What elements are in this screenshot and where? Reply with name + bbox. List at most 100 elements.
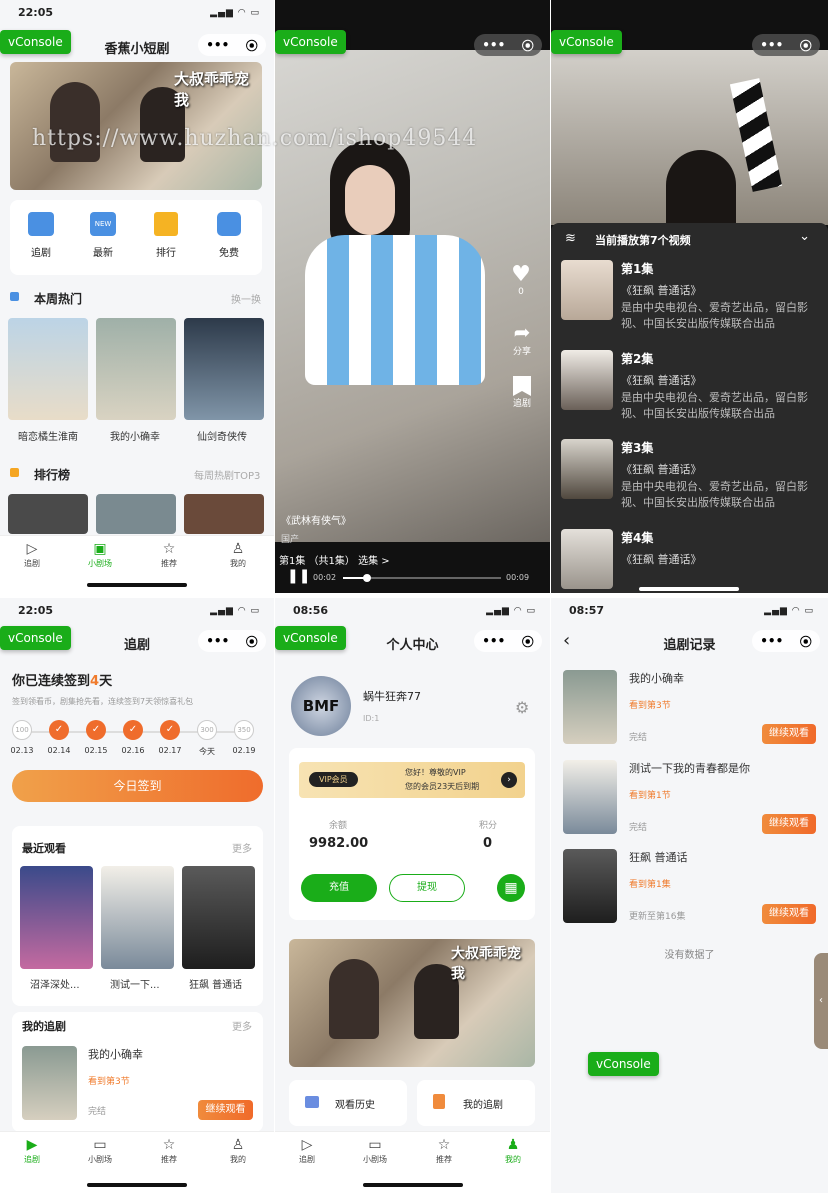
hot-item-title[interactable]: 仙剑奇侠传 [197, 428, 247, 443]
episode-desc: 是由中央电视台、爱奇艺出品，留白影视、中国长安出版传媒联合出品 [621, 480, 808, 509]
mini-program-capsule[interactable]: ••• ⦿ [752, 34, 820, 56]
history-icon [305, 1096, 319, 1108]
progress-handle[interactable] [362, 574, 371, 582]
chevron-right-icon[interactable]: › [501, 772, 517, 788]
history-entry[interactable]: 观看历史 [289, 1080, 407, 1126]
recent-poster-3[interactable] [182, 866, 255, 969]
tab-mine[interactable]: ♙ 我的 [208, 540, 268, 569]
history-name[interactable]: 我的小确幸 [629, 670, 684, 686]
chevron-down-icon[interactable]: ⌄ [799, 229, 810, 244]
tab-chase[interactable]: ▶ 追剧 [2, 1136, 62, 1165]
share-button[interactable]: ➦ 分享 [504, 320, 540, 357]
episode-item[interactable]: 第4集 《狂飙 普通话》 [561, 529, 821, 593]
recent-item-title[interactable]: 测试一下... [110, 976, 160, 991]
close-icon[interactable]: ⦿ [800, 37, 812, 54]
tab-recommend[interactable]: ☆ 推荐 [414, 1136, 474, 1165]
my-chase-card: 我的追剧 更多 我的小确幸 看到第3节 完结 继续观看 [12, 1012, 263, 1132]
close-icon[interactable]: ⦿ [522, 37, 534, 54]
mini-program-capsule[interactable]: ••• ⦿ [752, 630, 820, 652]
continue-button[interactable]: 继续观看 [762, 904, 816, 924]
episode-item[interactable]: 第1集 《狂飙 普通话》 是由中央电视台、爱奇艺出品，留白影视、中国长安出版传媒… [561, 260, 821, 340]
progress-track[interactable] [343, 574, 501, 582]
profile-banner[interactable]: 大叔乖乖宠我 [289, 939, 535, 1067]
withdraw-button[interactable]: 提现 [389, 874, 465, 902]
hot-poster-3[interactable] [184, 318, 264, 420]
settings-icon[interactable]: ⚙ [515, 698, 529, 717]
tab-mine[interactable]: ♙ 我的 [208, 1136, 268, 1165]
history-poster[interactable] [563, 849, 617, 923]
qrcode-icon[interactable]: ▦ [497, 874, 525, 902]
tab-chase[interactable]: ▷ 追剧 [277, 1136, 337, 1165]
hot-refresh[interactable]: 换一换 [231, 291, 261, 306]
hot-poster-1[interactable] [8, 318, 88, 420]
menu-item-chase[interactable]: 追剧 [18, 212, 64, 259]
my-chase-entry[interactable]: 我的追剧 [417, 1080, 535, 1126]
vconsole-button[interactable]: vConsole [551, 30, 622, 54]
like-button[interactable]: ♥ 0 [506, 262, 536, 297]
menu-item-free[interactable]: 免费 [206, 212, 252, 259]
history-name[interactable]: 狂飙 普通话 [629, 849, 688, 865]
more-icon[interactable]: ••• [482, 634, 505, 648]
more-icon[interactable]: ••• [206, 634, 229, 648]
user-icon: ♟ [506, 1137, 520, 1153]
avatar[interactable]: BMF [291, 676, 351, 736]
close-icon[interactable]: ⦿ [522, 633, 534, 650]
rank-poster-3[interactable] [184, 494, 264, 534]
tab-mine[interactable]: ♟ 我的 [483, 1136, 543, 1165]
hot-item-title[interactable]: 暗恋橘生淮南 [18, 428, 78, 443]
close-icon[interactable]: ⦿ [246, 633, 258, 650]
recent-poster-2[interactable] [101, 866, 174, 969]
continue-button[interactable]: 继续观看 [198, 1100, 253, 1120]
home-indicator [362, 1183, 463, 1187]
vconsole-button[interactable]: vConsole [588, 1052, 659, 1076]
my-chase-more[interactable]: 更多 [232, 1018, 252, 1033]
pause-icon[interactable]: ❚❚ [287, 568, 310, 584]
hot-item-title[interactable]: 我的小确幸 [110, 428, 160, 443]
episode-item[interactable]: 第2集 《狂飙 普通话》 是由中央电视台、爱奇艺出品，留白影视、中国长安出版传媒… [561, 350, 821, 430]
menu-item-new[interactable]: NEW 最新 [80, 212, 126, 259]
sign-in-button[interactable]: 今日签到 [12, 770, 263, 802]
tab-recommend[interactable]: ☆ 推荐 [139, 540, 199, 569]
hot-poster-2[interactable] [96, 318, 176, 420]
close-icon[interactable]: ⦿ [246, 37, 258, 54]
rank-poster-2[interactable] [96, 494, 176, 534]
my-chase-label: 我的追剧 [463, 1100, 503, 1111]
video-frame[interactable] [551, 50, 828, 230]
recent-item-title[interactable]: 狂飙 普通话 [189, 976, 242, 991]
history-name[interactable]: 测试一下我的青春都是你 [629, 760, 750, 776]
recent-more[interactable]: 更多 [232, 840, 252, 855]
close-icon[interactable]: ⦿ [800, 633, 812, 650]
follow-button[interactable]: 追剧 [504, 376, 540, 409]
mini-program-capsule[interactable]: ••• ⦿ [198, 34, 266, 56]
more-icon[interactable]: ••• [760, 634, 783, 648]
history-poster[interactable] [563, 760, 617, 834]
recharge-button[interactable]: 充值 [301, 874, 377, 902]
side-drawer-handle[interactable]: ‹ [814, 953, 828, 1049]
history-progress: 看到第1集 [629, 880, 671, 890]
mini-program-capsule[interactable]: ••• ⦿ [474, 34, 542, 56]
tab-theater[interactable]: ▭ 小剧场 [345, 1136, 405, 1165]
tab-theater[interactable]: ▣ 小剧场 [70, 540, 130, 569]
history-poster[interactable] [563, 670, 617, 744]
mini-program-capsule[interactable]: ••• ⦿ [474, 630, 542, 652]
mini-program-capsule[interactable]: ••• ⦿ [198, 630, 266, 652]
recent-poster-1[interactable] [20, 866, 93, 969]
recent-item-title[interactable]: 沼泽深处... [30, 976, 80, 991]
history-progress: 看到第1节 [629, 791, 671, 801]
continue-button[interactable]: 继续观看 [762, 814, 816, 834]
rank-poster-1[interactable] [8, 494, 88, 534]
vconsole-button[interactable]: vConsole [275, 30, 346, 54]
more-icon[interactable]: ••• [760, 38, 783, 52]
episode-selector[interactable]: 第1集 （共1集） 选集 > [279, 552, 390, 567]
tab-chase[interactable]: ▷ 追剧 [2, 540, 62, 569]
vip-banner[interactable]: VIP会员 您好！尊敬的VIP 您的会员23天后到期 › [299, 762, 525, 798]
more-icon[interactable]: ••• [206, 38, 229, 52]
tab-recommend[interactable]: ☆ 推荐 [139, 1136, 199, 1165]
more-icon[interactable]: ••• [482, 38, 505, 52]
menu-item-rank[interactable]: 排行 [143, 212, 189, 259]
continue-button[interactable]: 继续观看 [762, 724, 816, 744]
my-chase-name[interactable]: 我的小确幸 [88, 1046, 143, 1062]
my-chase-poster[interactable] [22, 1046, 77, 1120]
tab-theater[interactable]: ▭ 小剧场 [70, 1136, 130, 1165]
episode-item[interactable]: 第3集 《狂飙 普通话》 是由中央电视台、爱奇艺出品，留白影视、中国长安出版传媒… [561, 439, 821, 519]
